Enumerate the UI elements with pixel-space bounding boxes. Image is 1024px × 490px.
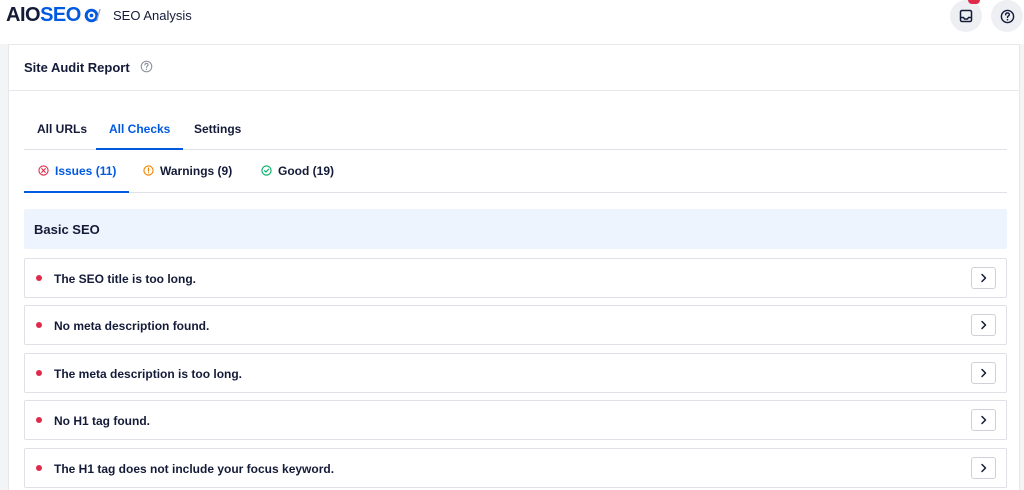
question-circle-icon[interactable] [140, 60, 153, 73]
subtab-warnings-label: Warnings (9) [160, 164, 233, 178]
tab-all-checks[interactable]: All Checks [96, 122, 184, 150]
issue-dot-icon [36, 370, 42, 376]
top-bar: AIO SEO / SEO Analysis [0, 0, 1024, 44]
section-title: Basic SEO [34, 222, 100, 237]
expand-button[interactable] [971, 267, 996, 289]
issue-dot-icon [36, 275, 42, 281]
logo-text-seo: SEO [40, 3, 81, 26]
chevron-right-icon [980, 368, 986, 378]
card-title: Site Audit Report [24, 60, 130, 75]
issue-message: The H1 tag does not include your focus k… [54, 462, 335, 476]
card-header: Site Audit Report [9, 45, 1019, 91]
issue-row[interactable]: The H1 tag does not include your focus k… [24, 448, 1007, 488]
subtab-warnings[interactable]: Warnings (9) [143, 164, 232, 193]
breadcrumb-separator: / [96, 6, 101, 25]
section-header-basic-seo: Basic SEO [24, 209, 1007, 249]
check-circle-icon [261, 165, 272, 176]
issue-message: No meta description found. [54, 319, 210, 333]
aioseo-logo[interactable]: AIO SEO [6, 3, 100, 27]
help-icon [1000, 9, 1014, 23]
logo-text-aio: AIO [6, 3, 41, 26]
issue-row[interactable]: No H1 tag found. [24, 400, 1007, 440]
chevron-right-icon [980, 273, 986, 283]
expand-button[interactable] [971, 362, 996, 384]
expand-button[interactable] [971, 457, 996, 479]
expand-button[interactable] [971, 409, 996, 431]
issue-dot-icon [36, 465, 42, 471]
subtab-good-label: Good (19) [278, 164, 334, 178]
issue-message: The meta description is too long. [54, 367, 243, 381]
main-tabs: All URLs All Checks Settings [24, 116, 1007, 150]
issue-row[interactable]: The SEO title is too long. [24, 258, 1007, 298]
issue-message: No H1 tag found. [54, 414, 150, 428]
chevron-right-icon [980, 463, 986, 473]
notification-badge [968, 0, 980, 4]
site-audit-card: Site Audit Report All URLs All Checks Se… [8, 44, 1020, 490]
tab-settings[interactable]: Settings [181, 122, 254, 150]
issue-row[interactable]: The meta description is too long. [24, 353, 1007, 393]
subtab-good[interactable]: Good (19) [261, 164, 334, 193]
info-circle-icon [143, 165, 154, 176]
subtab-issues[interactable]: Issues (11) [24, 164, 129, 193]
inbox-icon [959, 9, 973, 23]
tab-all-urls[interactable]: All URLs [24, 122, 100, 150]
chevron-right-icon [980, 320, 986, 330]
notifications-button[interactable] [950, 0, 982, 32]
subtab-issues-label: Issues (11) [55, 164, 117, 178]
issue-row[interactable]: No meta description found. [24, 305, 1007, 345]
expand-button[interactable] [971, 314, 996, 336]
issue-dot-icon [36, 417, 42, 423]
x-circle-icon [38, 165, 49, 176]
help-button[interactable] [991, 0, 1023, 32]
chevron-right-icon [980, 415, 986, 425]
issue-message: The SEO title is too long. [54, 272, 197, 286]
page-title: SEO Analysis [113, 8, 192, 23]
check-status-tabs: Issues (11) Warnings (9) Good (19) [24, 150, 1007, 193]
issue-dot-icon [36, 322, 42, 328]
